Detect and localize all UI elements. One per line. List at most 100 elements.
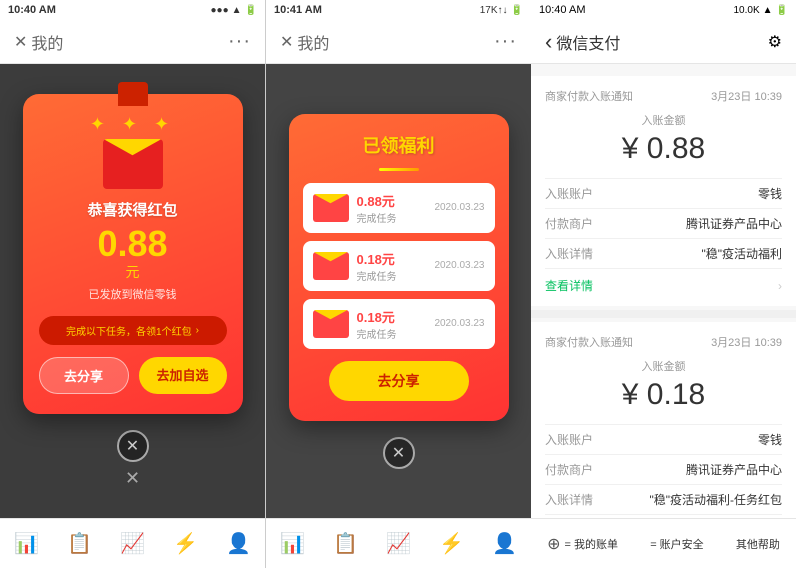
fuoli-item-2: 0.18元 完成任务 2020.03.23	[303, 299, 495, 349]
pn-value-1-0: 零钱	[615, 431, 782, 448]
nav-my-bill[interactable]: ⊕ = 我的账单	[547, 534, 618, 554]
re-banner: 完成以下任务，各领1个红包 ›	[39, 316, 227, 345]
more-button-2[interactable]: ···	[494, 30, 517, 53]
nav-trade-1[interactable]: 📈	[120, 531, 145, 556]
pn-row-0-1: 付款商户 腾讯证券产品中心	[545, 208, 782, 238]
market-icon-1: 📊	[14, 531, 39, 556]
fuoli-item-1: 0.18元 完成任务 2020.03.23	[303, 241, 495, 291]
pn-header-label-0: 商家付款入账通知	[545, 91, 633, 103]
payment-notice-1: 商家付款入账通知 3月23日 10:39 入账金额 ¥ 0.18 入账账户 零钱…	[531, 322, 796, 518]
close-modal-button-2[interactable]: ✕	[383, 437, 415, 469]
chevron-right-icon-0: ›	[778, 279, 782, 293]
envelope-icon	[103, 139, 163, 189]
fuoli-amount-0: 0.88元	[357, 191, 427, 210]
re-subtitle: 已发放到微信零钱	[89, 286, 177, 302]
fuoli-title: 已领福利	[363, 132, 435, 158]
pn-value-0-0: 零钱	[615, 185, 782, 202]
pn-value-0-2: "稳"疫活动福利	[615, 245, 782, 262]
divider-1	[531, 310, 796, 318]
nav-discover-1[interactable]: ⚡	[173, 531, 198, 556]
header-title-1: 我的	[31, 30, 63, 54]
pn-label-0-0: 入账账户	[545, 185, 615, 202]
more-button-1[interactable]: ···	[228, 30, 251, 53]
bottom-nav-1: 📊 📋 📈 ⚡ 👤	[0, 518, 265, 568]
panel-2: 10:41 AM 17K↑↓ 🔋 ✕ 我的 ··· 已领福利 0.88元 完成任…	[265, 0, 531, 568]
nav-account-security[interactable]: = 账户安全	[650, 536, 703, 552]
nav-profile-2[interactable]: 👤	[492, 531, 517, 556]
pn-row-0-2: 入账详情 "稳"疫活动福利	[545, 238, 782, 268]
pn-header-1: 商家付款入账通知 3月23日 10:39	[545, 334, 782, 350]
signal-3: 10.0K	[734, 5, 760, 16]
close-circle-icon-2: ✕	[392, 443, 405, 463]
time-2: 10:41 AM	[274, 4, 322, 16]
wifi-icon-1: ▲	[232, 5, 242, 16]
fuoli-item-0: 0.88元 完成任务 2020.03.23	[303, 183, 495, 233]
signal-icon-1: ●●●	[211, 5, 229, 16]
nav-profile-1[interactable]: 👤	[226, 531, 251, 556]
back-label: 微信支付	[556, 30, 620, 54]
share-button-1[interactable]: 去分享	[39, 357, 129, 394]
fuoli-card: 已领福利 0.88元 完成任务 2020.03.23 0.18元 完成任务	[289, 114, 509, 421]
close-circle-icon-1: ✕	[126, 436, 139, 456]
back-button-3[interactable]: ‹ 微信支付	[545, 29, 620, 55]
re-amount: 0.88	[97, 226, 167, 262]
battery-icon-1: 🔋	[245, 5, 257, 16]
status-icons-2: 17K↑↓ 🔋	[480, 5, 523, 16]
view-detail-link-0[interactable]: 查看详情 ›	[545, 268, 782, 294]
status-bar-2: 10:41 AM 17K↑↓ 🔋	[266, 0, 531, 20]
panel3-bottom-nav: ⊕ = 我的账单 = 账户安全 其他帮助	[531, 518, 796, 568]
fuoli-amount-1: 0.18元	[357, 249, 427, 268]
fuoli-item-info-2: 0.18元 完成任务	[357, 307, 427, 341]
panel2-background: 已领福利 0.88元 完成任务 2020.03.23 0.18元 完成任务	[266, 64, 531, 518]
discover-icon-2: ⚡	[439, 531, 464, 556]
pn-row-0-0: 入账账户 零钱	[545, 178, 782, 208]
pn-value-1-1: 腾讯证券产品中心	[615, 461, 782, 478]
nav-market-1[interactable]: 📊	[14, 531, 39, 556]
trade-icon-2: 📈	[386, 531, 411, 556]
gear-button-3[interactable]: ⚙	[768, 32, 782, 52]
pn-label-1-1: 付款商户	[545, 461, 615, 478]
fuoli-status-2: 完成任务	[357, 326, 427, 341]
status-bar-3: 10:40 AM 10.0K ▲ 🔋	[531, 0, 796, 20]
status-bar-1: 10:40 AM ●●● ▲ 🔋	[0, 0, 265, 20]
payment-notices-scroll[interactable]: 商家付款入账通知 3月23日 10:39 入账金额 ¥ 0.88 入账账户 零钱…	[531, 64, 796, 518]
bottom-nav-2: 📊 📋 📈 ⚡ 👤	[266, 518, 531, 568]
fuoli-env-icon-2	[313, 310, 349, 338]
fuoli-date-2: 2020.03.23	[434, 318, 484, 329]
nav-other-help[interactable]: 其他帮助	[736, 536, 780, 552]
status-icons-1: ●●● ▲ 🔋	[211, 5, 257, 16]
fuoli-title-bar	[379, 168, 419, 171]
market-icon-2: 📊	[280, 531, 305, 556]
fuoli-status-1: 完成任务	[357, 268, 427, 283]
nav-market-2[interactable]: 📊	[280, 531, 305, 556]
close-icon-1: ✕	[14, 32, 27, 52]
battery-3: 🔋	[776, 5, 788, 16]
collapse-icon-1[interactable]: ✕	[125, 468, 140, 489]
nav-trade-2[interactable]: 📈	[386, 531, 411, 556]
view-detail-label-0: 查看详情	[545, 277, 593, 294]
pn-header-label-1: 商家付款入账通知	[545, 337, 633, 349]
close-button-2[interactable]: ✕ 我的	[280, 30, 329, 54]
pn-header-0: 商家付款入账通知 3月23日 10:39	[545, 88, 782, 104]
app-header-2: ✕ 我的 ···	[266, 20, 531, 64]
time-1: 10:40 AM	[8, 4, 56, 16]
nav-label-security: = 账户安全	[650, 536, 703, 552]
pn-label-0-2: 入账详情	[545, 245, 615, 262]
close-modal-button-1[interactable]: ✕	[117, 430, 149, 462]
pn-label-1-2: 入账详情	[545, 491, 615, 508]
pn-label-0-1: 付款商户	[545, 215, 615, 232]
battery-2: 🔋	[511, 5, 523, 16]
nav-news-1[interactable]: 📋	[67, 531, 92, 556]
nav-discover-2[interactable]: ⚡	[439, 531, 464, 556]
pn-row-1-0: 入账账户 零钱	[545, 424, 782, 454]
red-envelope-card: ✦ ✦ ✦ 恭喜获得红包 0.88 元 已发放到微信零钱 完成以下任务，各领1个…	[23, 94, 243, 414]
re-buttons: 去分享 去加自选	[39, 357, 227, 394]
payment-notice-0: 商家付款入账通知 3月23日 10:39 入账金额 ¥ 0.88 入账账户 零钱…	[531, 76, 796, 306]
fuoli-share-button[interactable]: 去分享	[329, 361, 469, 401]
close-button-1[interactable]: ✕ 我的	[14, 30, 63, 54]
nav-news-2[interactable]: 📋	[333, 531, 358, 556]
bill-icon: ⊕	[547, 534, 560, 554]
select-button-1[interactable]: 去加自选	[139, 357, 227, 394]
fuoli-env-icon-1	[313, 252, 349, 280]
time-3: 10:40 AM	[539, 4, 585, 16]
